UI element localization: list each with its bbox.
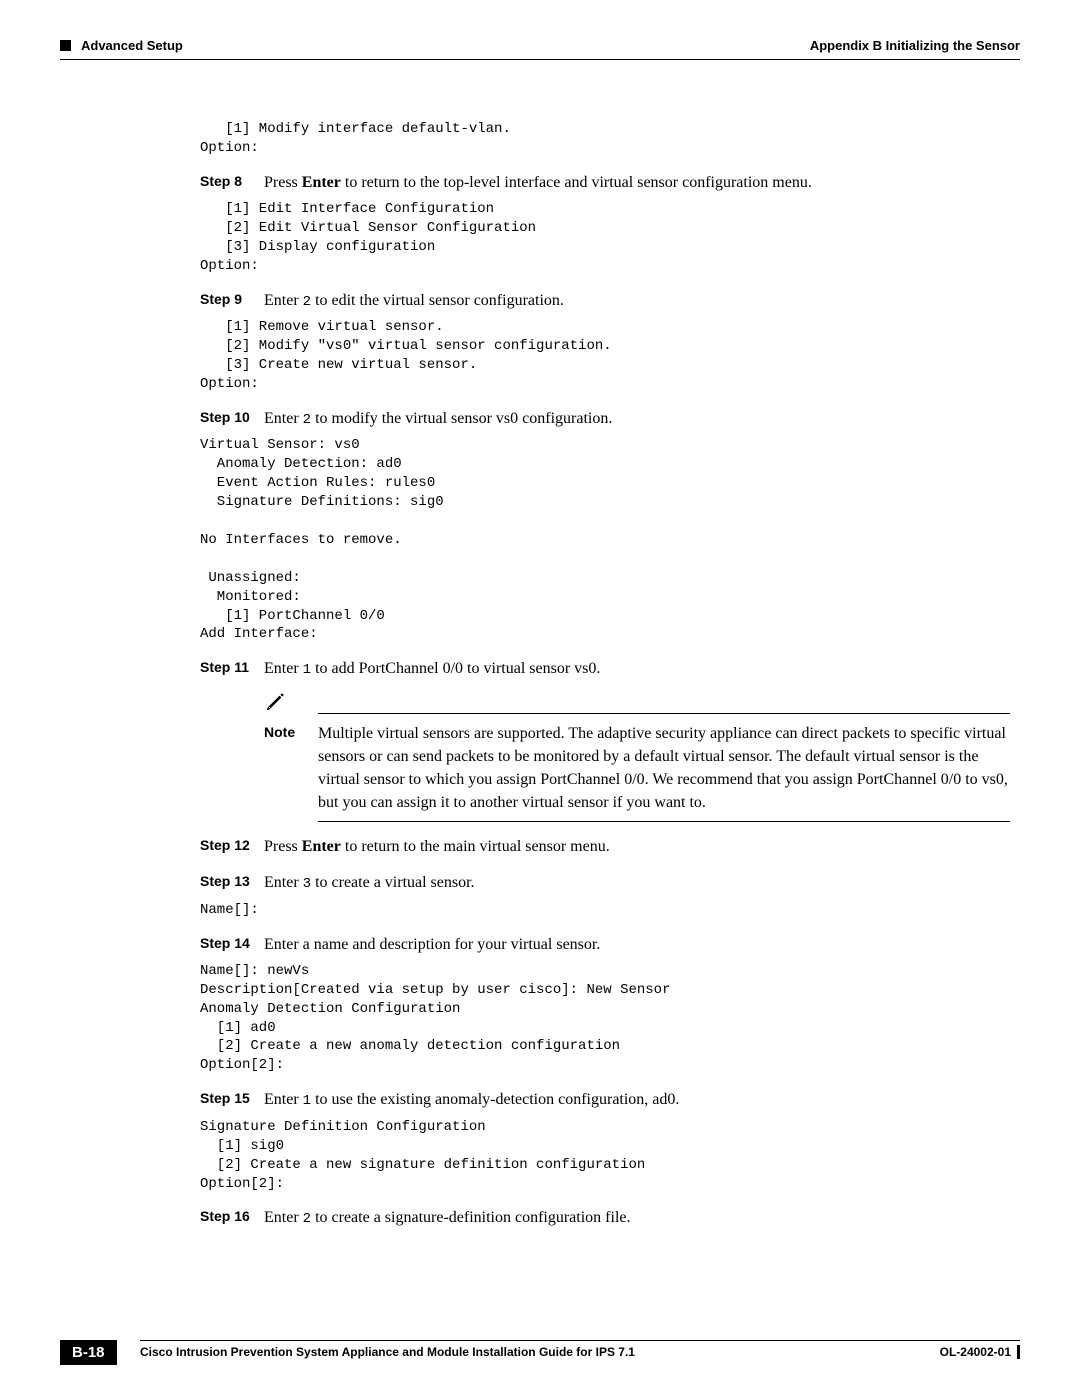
code-block-step8: [1] Edit Interface Configuration [2] Edi… <box>200 200 1010 276</box>
step-10: Step 10 Enter 2 to modify the virtual se… <box>200 408 1010 431</box>
text: Enter <box>264 874 303 891</box>
step-label: Step 15 <box>200 1089 264 1112</box>
section-title: Advanced Setup <box>81 38 183 53</box>
code-block-step14: Name[]: newVs Description[Created via se… <box>200 962 1010 1075</box>
step-body: Enter 2 to modify the virtual sensor vs0… <box>264 408 1010 431</box>
note-row: Note Multiple virtual sensors are suppor… <box>264 722 1010 815</box>
text: to use the existing anomaly-detection co… <box>311 1091 679 1108</box>
text: Enter <box>264 410 303 427</box>
code-block-step13: Name[]: <box>200 901 1010 920</box>
text: Press <box>264 174 302 191</box>
text: Enter <box>264 660 303 677</box>
note-box: Note Multiple virtual sensors are suppor… <box>264 691 1010 822</box>
page-header: Advanced Setup Appendix B Initializing t… <box>60 38 1020 53</box>
step-body: Enter 2 to edit the virtual sensor confi… <box>264 290 1010 313</box>
appendix-title: Appendix B Initializing the Sensor <box>810 38 1020 53</box>
mono: 3 <box>303 876 311 892</box>
mono: 1 <box>303 662 311 678</box>
step-body: Enter a name and description for your vi… <box>264 934 1010 956</box>
step-label: Step 9 <box>200 290 264 313</box>
mono: 2 <box>303 294 311 310</box>
step-label: Step 11 <box>200 658 264 681</box>
mono: 2 <box>303 1211 311 1227</box>
note-text: Multiple virtual sensors are supported. … <box>318 722 1010 815</box>
step-label: Step 16 <box>200 1207 264 1230</box>
step-16: Step 16 Enter 2 to create a signature-de… <box>200 1207 1010 1230</box>
page-footer: B-18 Cisco Intrusion Prevention System A… <box>60 1340 1020 1359</box>
text: Press <box>264 838 302 855</box>
step-label: Step 8 <box>200 172 264 194</box>
step-label: Step 14 <box>200 934 264 956</box>
note-rule-bottom <box>318 821 1010 822</box>
step-body: Enter 1 to use the existing anomaly-dete… <box>264 1089 1010 1112</box>
code-block-step10: Virtual Sensor: vs0 Anomaly Detection: a… <box>200 436 1010 644</box>
header-left: Advanced Setup <box>60 38 183 53</box>
content: [1] Modify interface default-vlan. Optio… <box>200 120 1010 1230</box>
code-block-top: [1] Modify interface default-vlan. Optio… <box>200 120 1010 158</box>
step-15: Step 15 Enter 1 to use the existing anom… <box>200 1089 1010 1112</box>
step-body: Press Enter to return to the top-level i… <box>264 172 1010 194</box>
bold: Enter <box>302 174 341 191</box>
text: to create a signature-definition configu… <box>311 1209 630 1226</box>
bold: Enter <box>302 838 341 855</box>
text: to add PortChannel 0/0 to virtual sensor… <box>311 660 600 677</box>
step-14: Step 14 Enter a name and description for… <box>200 934 1010 956</box>
step-body: Enter 2 to create a signature-definition… <box>264 1207 1010 1230</box>
code-block-step9: [1] Remove virtual sensor. [2] Modify "v… <box>200 318 1010 394</box>
step-label: Step 12 <box>200 836 264 858</box>
page-number-badge: B-18 <box>60 1340 117 1365</box>
text: to return to the top-level interface and… <box>341 174 812 191</box>
mono: 1 <box>303 1093 311 1109</box>
step-12: Step 12 Press Enter to return to the mai… <box>200 836 1010 858</box>
header-rule <box>60 59 1020 60</box>
step-11: Step 11 Enter 1 to add PortChannel 0/0 t… <box>200 658 1010 681</box>
step-8: Step 8 Press Enter to return to the top-… <box>200 172 1010 194</box>
page: Advanced Setup Appendix B Initializing t… <box>0 0 1080 1397</box>
step-body: Enter 3 to create a virtual sensor. <box>264 872 1010 895</box>
text: to modify the virtual sensor vs0 configu… <box>311 410 612 427</box>
text: to edit the virtual sensor configuration… <box>311 292 564 309</box>
note-label: Note <box>264 722 318 815</box>
footer-title: Cisco Intrusion Prevention System Applia… <box>140 1345 635 1359</box>
text: Enter <box>264 1091 303 1108</box>
pencil-icon <box>264 691 290 718</box>
footer-line: Cisco Intrusion Prevention System Applia… <box>140 1340 1020 1359</box>
text: Enter <box>264 292 303 309</box>
step-body: Enter 1 to add PortChannel 0/0 to virtua… <box>264 658 1010 681</box>
step-9: Step 9 Enter 2 to edit the virtual senso… <box>200 290 1010 313</box>
note-rule-top <box>318 713 1010 715</box>
text: Enter <box>264 1209 303 1226</box>
text: to create a virtual sensor. <box>311 874 475 891</box>
step-label: Step 10 <box>200 408 264 431</box>
code-block-step15: Signature Definition Configuration [1] s… <box>200 1118 1010 1194</box>
step-body: Press Enter to return to the main virtua… <box>264 836 1010 858</box>
text: to return to the main virtual sensor men… <box>341 838 610 855</box>
note-top <box>264 691 1010 718</box>
footer-doc-id: OL-24002-01 <box>940 1345 1020 1359</box>
step-13: Step 13 Enter 3 to create a virtual sens… <box>200 872 1010 895</box>
section-marker-icon <box>60 40 71 51</box>
mono: 2 <box>303 412 311 428</box>
step-label: Step 13 <box>200 872 264 895</box>
